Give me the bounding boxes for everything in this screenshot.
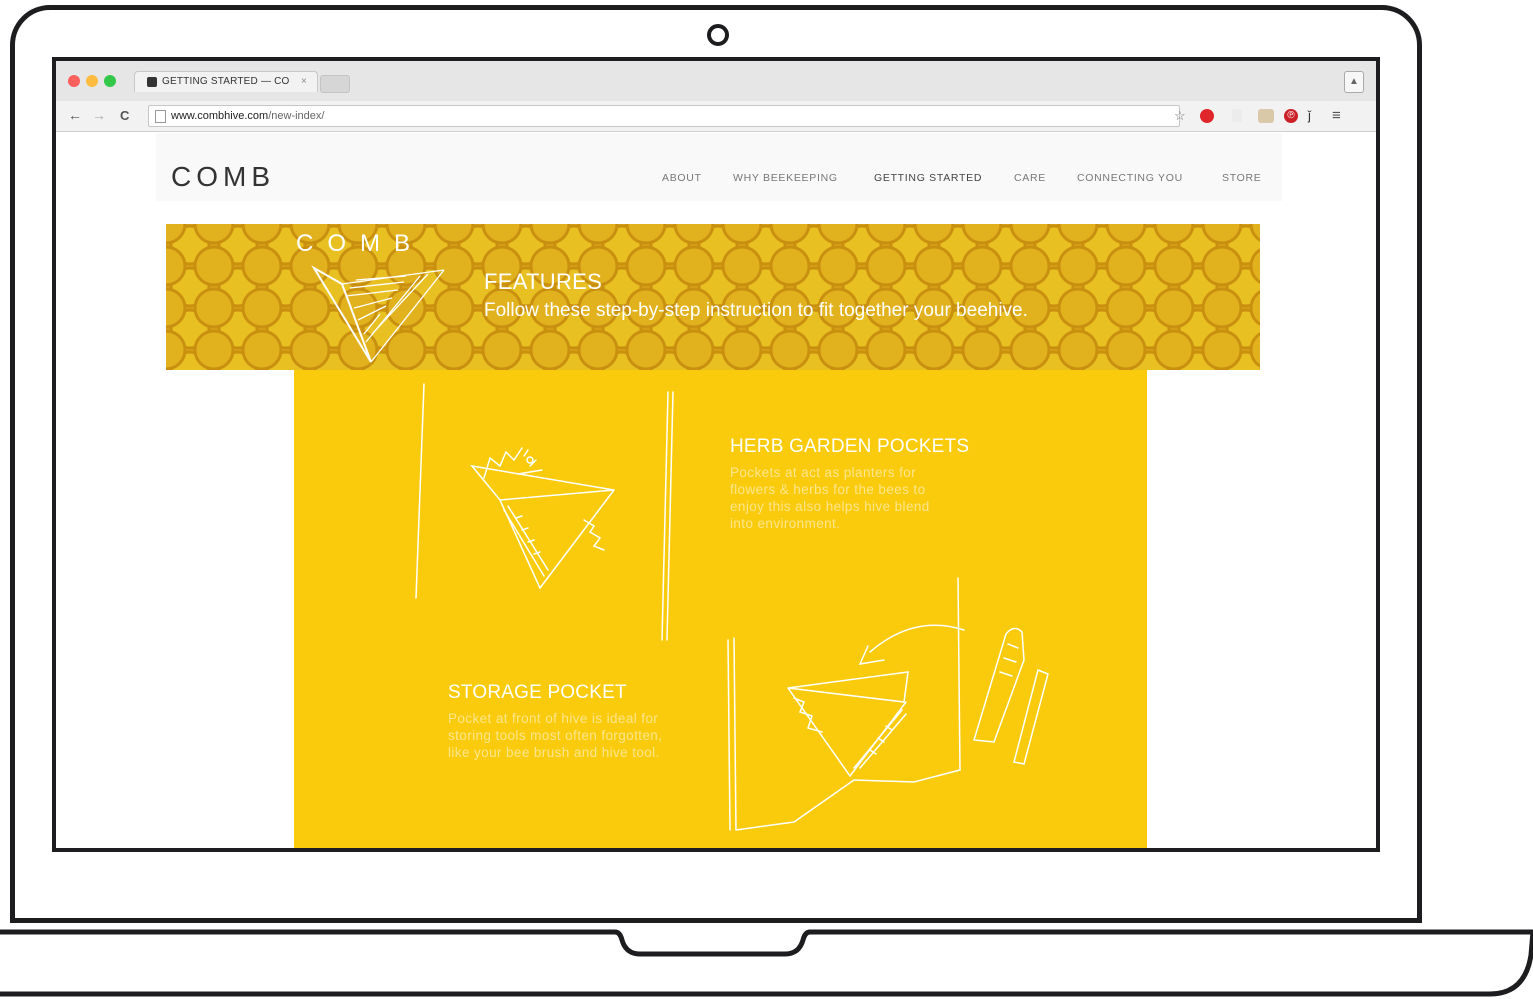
camera-icon (707, 24, 729, 46)
line-illustrations (415, 383, 1049, 831)
tab-title: GETTING STARTED — CO (162, 76, 290, 87)
banner-logo: COMB (296, 230, 424, 257)
favicon-icon (147, 77, 157, 87)
reload-button[interactable]: C (120, 108, 129, 123)
feature-text-line: enjoy this also helps hive blend (730, 499, 930, 514)
feature-body-storage: Pocket at front of hive is ideal for sto… (448, 710, 662, 761)
herb-pocket-illustration (470, 447, 615, 590)
tab-close-icon[interactable]: × (301, 72, 307, 92)
browser-tab-active[interactable]: GETTING STARTED — CO × (134, 71, 318, 92)
nav-link-getting-started[interactable]: GETTING STARTED (874, 172, 982, 184)
page-icon (155, 110, 166, 123)
nav-link-about[interactable]: ABOUT (662, 172, 702, 184)
extension-icon[interactable] (1258, 109, 1274, 123)
adblock-icon[interactable] (1200, 109, 1214, 123)
feature-text-line: Pockets at act as planters for (730, 465, 917, 480)
laptop-base (0, 929, 1533, 997)
banner-title: FEATURES (484, 269, 603, 294)
feature-text-line: storing tools most often forgotten, (448, 728, 663, 743)
feature-title-herb-garden: HERB GARDEN POCKETS (730, 436, 970, 457)
minimize-window-button[interactable] (86, 75, 98, 87)
features-banner: COMB FEATURES Follow these step-by-step … (166, 224, 1260, 370)
shield-extension-icon[interactable] (1232, 109, 1242, 122)
address-url: www.combhive.com/new-index/ (171, 106, 324, 126)
feature-title-storage: STORAGE POCKET (448, 682, 627, 703)
header-band (156, 133, 1282, 201)
forward-button[interactable]: → (92, 107, 106, 123)
address-bar[interactable]: www.combhive.com/new-index/ (148, 105, 1180, 127)
feature-text-line: like your bee brush and hive tool. (448, 745, 660, 760)
url-path: /new-index/ (268, 110, 325, 122)
feature-text-line: Pocket at front of hive is ideal for (448, 711, 659, 726)
nav-link-why-beekeeping[interactable]: WHY BEEKEEPING (733, 172, 838, 184)
site-logo[interactable]: COMB (171, 161, 275, 193)
feature-body-herb-garden: Pockets at act as planters for flowers &… (730, 464, 930, 532)
chrome-menu-icon[interactable]: ≡ (1332, 108, 1341, 123)
maximize-window-button[interactable] (104, 75, 116, 87)
banner-subtitle: Follow these step-by-step instruction to… (484, 300, 1028, 321)
browser-toolbar: ← → C www.combhive.com/new-index/ ☆ ℗ ǰ … (56, 101, 1376, 132)
bunny-extension-icon[interactable]: ǰ (1308, 109, 1311, 123)
close-window-button[interactable] (68, 75, 80, 87)
features-panel: HERB GARDEN POCKETS Pockets at act as pl… (294, 370, 1147, 848)
new-tab-button[interactable] (320, 75, 350, 93)
bookmark-star-icon[interactable]: ☆ (1174, 109, 1186, 123)
pinterest-icon[interactable]: ℗ (1284, 109, 1298, 123)
url-host: www.combhive.com (171, 110, 269, 122)
storage-pocket-illustration (727, 577, 1049, 831)
feature-text-line: flowers & herbs for the bees to (730, 482, 926, 497)
nav-link-connecting-you[interactable]: CONNECTING YOU (1077, 172, 1183, 184)
nav-link-care[interactable]: CARE (1014, 172, 1046, 184)
screen: GETTING STARTED — CO × ▲ ← → C www.combh… (52, 57, 1380, 852)
back-button[interactable]: ← (68, 107, 82, 123)
nav-link-store[interactable]: STORE (1222, 172, 1261, 184)
browser-tab-bar: GETTING STARTED — CO × ▲ (56, 61, 1376, 101)
profile-icon[interactable]: ▲ (1344, 71, 1364, 93)
feature-text-line: into environment. (730, 516, 841, 531)
